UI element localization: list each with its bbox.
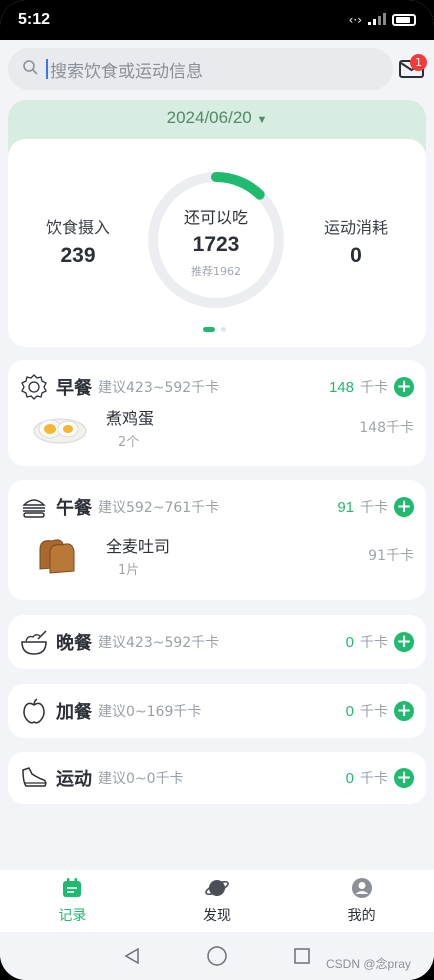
food-item[interactable]: 煮鸡蛋 2个 148千卡 [20, 402, 414, 452]
meal-kcal-value: 0 [345, 633, 354, 651]
nav-item-profile[interactable]: 我的 [289, 870, 434, 932]
add-snack-button[interactable]: + [394, 701, 414, 721]
date-label: 2024/06/20 [166, 108, 252, 127]
back-icon[interactable] [123, 947, 141, 965]
food-quantity: 2个 [118, 434, 140, 450]
shoe-icon [22, 767, 47, 787]
meal-kcal: 0 千卡 + [346, 632, 414, 652]
calendar-icon [63, 878, 82, 897]
search-bar[interactable]: 搜索饮食或运动信息 [8, 48, 393, 90]
nav-item-discover[interactable]: 发现 [145, 870, 290, 932]
date-selector[interactable]: 2024/06/20 ▼ [0, 108, 434, 128]
meal-kcal-unit: 千卡 [360, 635, 388, 651]
add-breakfast-button[interactable]: + [394, 377, 414, 397]
remaining-value: 1723 [192, 233, 240, 256]
exercise-value: 0 [350, 244, 362, 267]
meal-card-breakfast[interactable]: 早餐 建议423~592千卡 148 千卡 + 煮鸡蛋 2个 148千卡 [8, 360, 426, 466]
watermark: CSDN @念pray [326, 957, 411, 971]
meal-suggestion: 建议423~592千卡 [98, 635, 220, 651]
meal-kcal-value: 91 [337, 498, 354, 516]
meal-title: 晚餐 [56, 633, 92, 654]
notification-badge: 1 [410, 54, 427, 71]
meal-suggestion: 建议592~761千卡 [98, 500, 220, 516]
meal-header: 午餐 建议592~761千卡 91 千卡 + [20, 480, 414, 534]
status-time: 5:12 [18, 11, 51, 28]
recommend-text: 推荐1962 [191, 265, 241, 278]
phone-screen: 5:12 ‹·› 搜索饮食或运动信息 1 2024/06/20 ▼ 饮食摄入 2… [0, 0, 434, 980]
meal-title: 早餐 [56, 378, 92, 399]
food-name: 全麦吐司 [106, 536, 171, 556]
intake-label: 饮食摄入 [45, 218, 110, 237]
status-bar: 5:12 ‹·› [0, 0, 434, 40]
apple-icon [23, 698, 45, 724]
meal-title: 午餐 [56, 498, 92, 519]
meal-title: 加餐 [56, 702, 92, 723]
meal-header: 晚餐 建议423~592千卡 0 千卡 + [20, 615, 414, 669]
home-icon[interactable] [206, 945, 228, 967]
meal-kcal-unit: 千卡 [360, 771, 388, 787]
text-cursor [46, 59, 48, 79]
burger-icon [22, 499, 46, 518]
meal-header: 运动 建议0~0千卡 0 千卡 + [20, 752, 414, 804]
meal-kcal-value: 0 [345, 702, 354, 720]
exercise-label: 运动消耗 [323, 218, 388, 237]
battery-icon [392, 14, 416, 26]
food-kcal: 91千卡 [368, 548, 414, 564]
food-name: 煮鸡蛋 [106, 408, 155, 428]
exercise-stat: 运动消耗 0 [316, 214, 396, 268]
remaining-label: 还可以吃 [183, 208, 248, 227]
add-exercise-button[interactable]: + [394, 768, 414, 788]
meal-kcal: 148 千卡 + [329, 377, 414, 397]
boiled-egg-image [33, 418, 87, 444]
meal-kcal-unit: 千卡 [360, 500, 388, 516]
page-dot-active[interactable] [203, 327, 215, 332]
food-kcal: 148千卡 [359, 420, 414, 436]
bottom-navigation: 记录 发现 我的 [0, 870, 434, 932]
meal-kcal-unit: 千卡 [360, 380, 388, 396]
meal-kcal-unit: 千卡 [360, 704, 388, 720]
breakfast-icon [21, 374, 47, 400]
intake-value: 239 [60, 244, 96, 267]
nav-label: 发现 [203, 908, 231, 924]
food-item[interactable]: 全麦吐司 1片 91千卡 [20, 530, 414, 580]
food-quantity: 1片 [118, 562, 140, 578]
meal-card-dinner[interactable]: 晚餐 建议423~592千卡 0 千卡 + [8, 615, 426, 669]
toast-image [39, 539, 75, 574]
meal-suggestion: 建议0~169千卡 [98, 704, 202, 720]
add-lunch-button[interactable]: + [394, 497, 414, 517]
bowl-icon [21, 630, 47, 655]
search-icon [22, 59, 38, 80]
signal-icon [368, 12, 386, 28]
recent-apps-icon[interactable] [293, 947, 311, 965]
meal-header: 加餐 建议0~169千卡 0 千卡 + [20, 684, 414, 738]
page-dot[interactable] [221, 327, 226, 332]
meal-kcal: 0 千卡 + [346, 701, 414, 721]
add-dinner-button[interactable]: + [394, 632, 414, 652]
meal-kcal: 0 千卡 + [346, 768, 414, 788]
exercise-card[interactable]: 运动 建议0~0千卡 0 千卡 + [8, 752, 426, 804]
data-transfer-icon: ‹·› [348, 13, 362, 27]
remaining-stat: 还可以吃 1723 推荐1962 [146, 204, 286, 279]
meal-card-lunch[interactable]: 午餐 建议592~761千卡 91 千卡 + 全麦吐司 1片 91千卡 [8, 480, 426, 600]
meal-kcal-value: 148 [328, 378, 354, 396]
intake-stat: 饮食摄入 239 [38, 214, 118, 268]
status-icons: ‹·› [348, 12, 416, 28]
meal-kcal-value: 0 [345, 769, 354, 787]
meal-suggestion: 建议0~0千卡 [98, 771, 184, 787]
search-placeholder: 搜索饮食或运动信息 [50, 61, 203, 82]
meal-kcal: 91 千卡 + [337, 497, 414, 517]
triangle-down-icon: ▼ [256, 114, 268, 126]
nav-label: 记录 [58, 908, 87, 924]
meal-card-snack[interactable]: 加餐 建议0~169千卡 0 千卡 + [8, 684, 426, 738]
page-indicator [203, 327, 226, 332]
meal-suggestion: 建议423~592千卡 [98, 380, 220, 396]
nav-label: 我的 [347, 908, 376, 924]
user-icon [351, 878, 372, 898]
nav-item-record[interactable]: 记录 [0, 870, 145, 932]
planet-icon [205, 880, 229, 896]
meal-title: 运动 [56, 769, 92, 790]
